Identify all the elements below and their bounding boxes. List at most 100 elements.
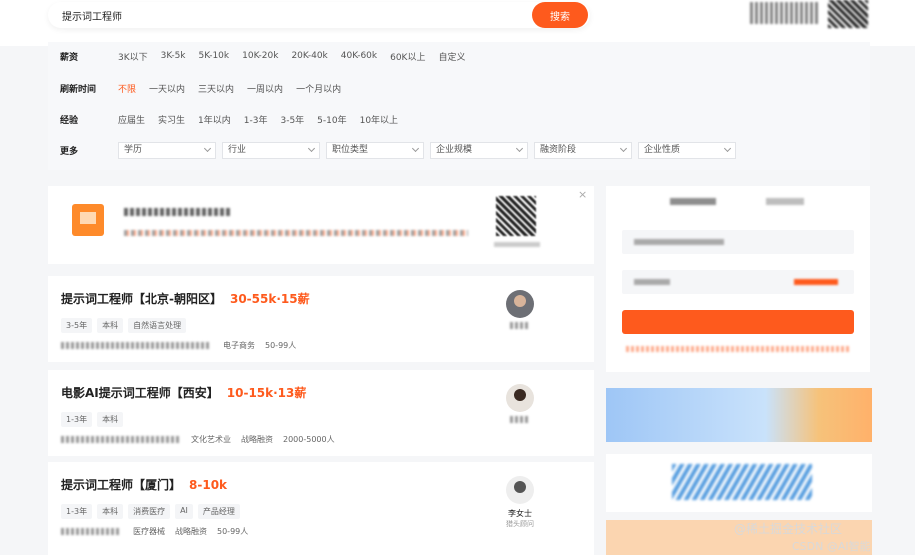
experience-option[interactable]: 3-5年 xyxy=(280,113,304,126)
phone-field[interactable] xyxy=(622,230,854,254)
chevron-down-icon xyxy=(203,144,212,152)
experience-option[interactable]: 10年以上 xyxy=(360,113,398,126)
watermark: CSDN @AI智能 xyxy=(792,540,871,553)
search-button[interactable]: 搜索 xyxy=(532,2,588,28)
search-input[interactable] xyxy=(62,6,502,24)
job-title[interactable]: 电影AI提示词工程师【西安】 xyxy=(61,384,219,401)
chevron-down-icon xyxy=(411,144,420,152)
login-agreement[interactable] xyxy=(626,346,850,352)
recruiter-role: 猎头顾问 xyxy=(506,520,534,528)
job-title-row: 提示词工程师【厦门】 8-10k xyxy=(61,476,227,493)
watermark: @稀土掘金技术社区 xyxy=(734,522,843,536)
refresh-option[interactable]: 一个月以内 xyxy=(296,82,341,95)
login-button[interactable] xyxy=(622,310,854,334)
company-industry: 电子商务 xyxy=(223,341,255,350)
filter-label-more: 更多 xyxy=(60,146,79,157)
filter-label-refresh: 刷新时间 xyxy=(60,84,97,95)
promo-banner[interactable] xyxy=(606,388,872,442)
company-name[interactable] xyxy=(61,436,179,443)
chevron-down-icon xyxy=(515,144,524,152)
header-promo-qr[interactable] xyxy=(828,0,868,28)
dropdown-company-type[interactable]: 企业性质 xyxy=(638,141,736,159)
avatar[interactable] xyxy=(506,384,534,412)
recruiter-name xyxy=(496,322,544,331)
dropdown-industry[interactable]: 行业 xyxy=(222,141,320,159)
dropdown-funding-stage[interactable]: 融资阶段 xyxy=(534,141,632,159)
job-tag: 1-3年 xyxy=(61,504,93,519)
experience-option[interactable]: 1-3年 xyxy=(244,113,268,126)
filter-panel: 薪资 3K以下 3K-5k 5K-10k 10K-20k 20K-40k 40K… xyxy=(48,42,870,170)
job-tag: 本科 xyxy=(97,318,124,333)
job-title[interactable]: 提示词工程师【厦门】 xyxy=(61,476,181,493)
filter-label-salary: 薪资 xyxy=(60,52,79,63)
job-title-row: 提示词工程师【北京-朝阳区】 30-55k·15薪 xyxy=(61,290,310,307)
job-tags: 1-3年 本科 消费医疗 AI 产品经理 xyxy=(61,504,245,519)
app-download-card[interactable]: × xyxy=(48,186,594,264)
salary-option[interactable]: 3K以下 xyxy=(118,50,148,63)
company-industry: 文化艺术业 xyxy=(191,435,231,444)
avatar[interactable] xyxy=(506,290,534,318)
banner-art xyxy=(672,464,812,500)
job-tag: 本科 xyxy=(97,412,124,427)
job-title[interactable]: 提示词工程师【北京-朝阳区】 xyxy=(61,290,222,307)
company-size: 50-99人 xyxy=(217,527,249,536)
dropdown-label: 学历 xyxy=(124,144,143,155)
login-tab[interactable] xyxy=(766,198,804,205)
experience-option[interactable]: 实习生 xyxy=(158,113,185,126)
login-tab[interactable] xyxy=(670,198,716,205)
refresh-option[interactable]: 三天以内 xyxy=(198,82,234,95)
job-tag: 自然语言处理 xyxy=(128,318,187,333)
refresh-option[interactable]: 一天以内 xyxy=(149,82,185,95)
experience-option[interactable]: 1年以内 xyxy=(198,113,231,126)
salary-option[interactable]: 3K-5k xyxy=(161,51,186,61)
refresh-option-active[interactable]: 不限 xyxy=(118,82,136,95)
recruiter-name: 李女士 xyxy=(508,509,532,518)
job-salary: 30-55k·15薪 xyxy=(229,292,310,306)
top-bar: 搜索 xyxy=(0,0,915,46)
dropdown-label: 企业规模 xyxy=(436,144,473,155)
company-row: 电子商务 50-99人 xyxy=(61,340,306,351)
job-tag: 3-5年 xyxy=(61,318,93,333)
company-name[interactable] xyxy=(61,342,211,349)
search-box: 搜索 xyxy=(48,2,590,28)
salary-option[interactable]: 10K-20k xyxy=(242,51,278,61)
company-name[interactable] xyxy=(61,528,121,535)
job-tag: 产品经理 xyxy=(197,504,240,519)
experience-option[interactable]: 5-10年 xyxy=(317,113,346,126)
dropdown-education[interactable]: 学历 xyxy=(118,141,216,159)
company-funding: 战略融资 xyxy=(175,527,207,536)
dropdown-label: 行业 xyxy=(228,144,247,155)
job-tags: 3-5年 本科 自然语言处理 xyxy=(61,318,191,333)
header-promo-text xyxy=(750,2,820,24)
job-salary: 10-15k·13薪 xyxy=(226,386,307,400)
close-icon[interactable]: × xyxy=(578,188,587,201)
code-field[interactable] xyxy=(622,270,854,294)
salary-option[interactable]: 20K-40k xyxy=(291,51,327,61)
filter-row-experience: 经验 应届生 实习生 1年以内 1-3年 3-5年 5-10年 10年以上 xyxy=(60,111,411,127)
salary-option[interactable]: 自定义 xyxy=(438,50,465,63)
avatar[interactable] xyxy=(506,476,534,504)
job-tag: 消费医疗 xyxy=(128,504,171,519)
job-tag: 本科 xyxy=(97,504,124,519)
dropdown-job-type[interactable]: 职位类型 xyxy=(326,141,424,159)
promo-banner[interactable] xyxy=(606,454,872,512)
experience-option[interactable]: 应届生 xyxy=(118,113,145,126)
filter-row-refresh: 刷新时间 不限 一天以内 三天以内 一周以内 一个月以内 xyxy=(60,80,354,96)
job-card[interactable]: 电影AI提示词工程师【西安】 10-15k·13薪 1-3年 本科 文化艺术业 … xyxy=(48,370,594,456)
company-funding: 战略融资 xyxy=(241,435,273,444)
salary-option[interactable]: 60K以上 xyxy=(390,50,425,63)
chevron-down-icon xyxy=(619,144,628,152)
company-size: 2000-5000人 xyxy=(283,435,335,444)
chevron-down-icon xyxy=(307,144,316,152)
app-icon xyxy=(72,204,104,236)
salary-option[interactable]: 40K-60k xyxy=(341,51,377,61)
qr-caption xyxy=(494,242,540,247)
salary-option[interactable]: 5K-10k xyxy=(199,51,230,61)
dropdown-company-size[interactable]: 企业规模 xyxy=(430,141,528,159)
refresh-option[interactable]: 一周以内 xyxy=(247,82,283,95)
dropdown-label: 企业性质 xyxy=(644,144,681,155)
dropdown-label: 职位类型 xyxy=(332,144,369,155)
filter-row-salary: 薪资 3K以下 3K-5k 5K-10k 10K-20k 20K-40k 40K… xyxy=(60,48,478,64)
job-card[interactable]: 提示词工程师【北京-朝阳区】 30-55k·15薪 3-5年 本科 自然语言处理… xyxy=(48,276,594,362)
job-card[interactable]: 提示词工程师【厦门】 8-10k 1-3年 本科 消费医疗 AI 产品经理 医疗… xyxy=(48,462,594,555)
